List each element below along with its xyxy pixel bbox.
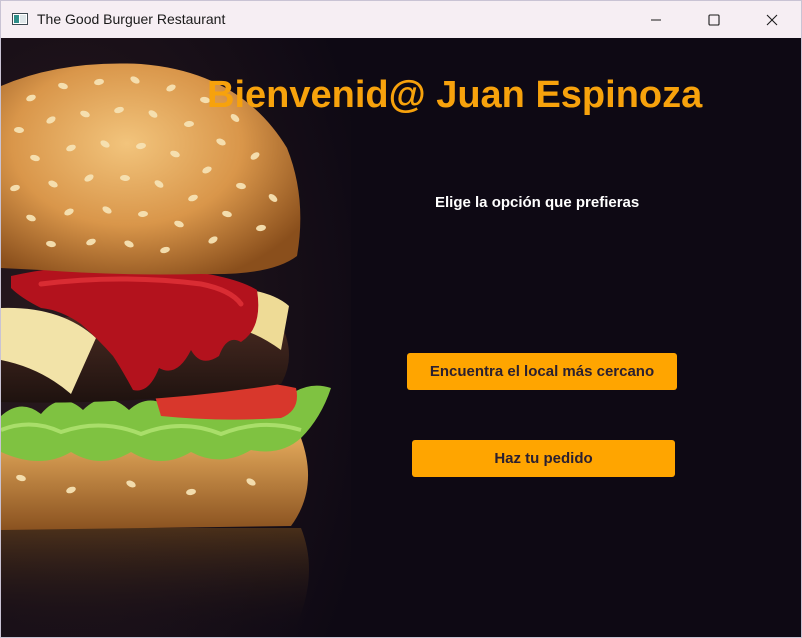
find-nearest-location-button[interactable]: Encuentra el local más cercano [407,353,677,390]
close-button[interactable] [743,1,801,38]
maximize-icon [708,13,720,26]
window-app-icon [12,13,28,25]
welcome-heading: Bienvenid@ Juan Espinoza [207,74,703,116]
choose-option-label: Elige la opción que prefieras [435,194,640,211]
place-order-button[interactable]: Haz tu pedido [412,440,675,477]
main-panel: Bienvenid@ Juan Espinoza Elige la opción… [1,38,801,637]
burger-photo [1,38,351,637]
close-icon [766,14,778,25]
maximize-button[interactable] [685,1,743,38]
minimize-icon [651,19,661,20]
app-window: The Good Burguer Restaurant Bienvenid@ J… [0,0,802,638]
window-title: The Good Burguer Restaurant [37,11,226,27]
title-bar[interactable]: The Good Burguer Restaurant [1,1,801,38]
minimize-button[interactable] [627,1,685,38]
